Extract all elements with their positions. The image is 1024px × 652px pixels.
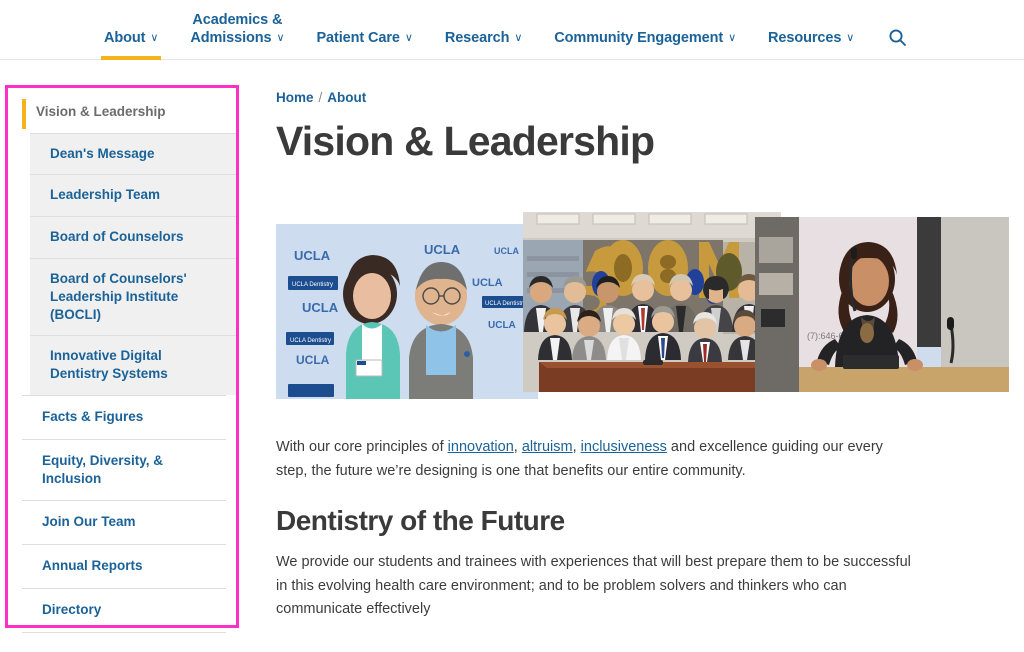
page-title: Vision & Leadership xyxy=(276,118,655,164)
nav-item-about[interactable]: About ∨ xyxy=(88,29,174,61)
breadcrumb: Home / About xyxy=(276,90,924,105)
sidebar-item-deans-message[interactable]: Dean's Message xyxy=(30,132,236,175)
section-paragraph: We provide our students and trainees wit… xyxy=(276,554,911,618)
sidebar-item-board-of-counselors[interactable]: Board of Counselors xyxy=(30,216,236,258)
search-icon xyxy=(889,29,907,46)
svg-text:UCLA: UCLA xyxy=(296,353,330,367)
svg-text:UCLA: UCLA xyxy=(488,320,516,331)
photo-group-35m-balloons-graphic xyxy=(523,212,781,393)
sidebar-item-annual-reports[interactable]: Annual Reports xyxy=(22,544,226,589)
main-content: Home / About Vision & Leadership UCLA UCLA… xyxy=(246,60,1024,644)
intro-sep-1: , xyxy=(513,439,522,456)
nav-item-patient-care-label: Patient Care xyxy=(316,29,400,46)
sidebar-sublist: Dean's Message Leadership Team Board of … xyxy=(8,132,236,396)
sidebar-item-bocli[interactable]: Board of Counselors' Leadership Institut… xyxy=(30,257,236,336)
chevron-down-icon: ∨ xyxy=(846,31,855,44)
link-inclusiveness[interactable]: inclusiveness xyxy=(581,439,667,455)
nav-item-patient-care[interactable]: Patient Care ∨ xyxy=(300,29,428,59)
nav-item-academics-line2: Admissions xyxy=(190,29,272,46)
svg-text:UCLA: UCLA xyxy=(302,300,339,315)
svg-text:UCLA: UCLA xyxy=(424,242,461,257)
intro-text-before: With our core principles of xyxy=(276,439,448,456)
svg-text:UCLA Dentistry: UCLA Dentistry xyxy=(292,282,333,288)
page-body: Vision & Leadership Dean's Message Leade… xyxy=(0,60,1024,651)
photo-ucla-backdrop-couple: UCLA UCLA UCLA UCLA UCLA UCLA UCLA UCLA … xyxy=(276,224,538,400)
intro-paragraph: With our core principles of innovation, … xyxy=(276,436,916,483)
svg-text:UCLA Dentistry: UCLA Dentistry xyxy=(485,301,526,307)
sidebar-item-facts-figures[interactable]: Facts & Figures xyxy=(22,395,226,439)
intro-sep-2: , xyxy=(572,439,581,456)
sidebar-nav: Vision & Leadership Dean's Message Leade… xyxy=(8,83,236,651)
svg-text:UCLA: UCLA xyxy=(494,246,519,256)
nav-item-research-label: Research xyxy=(444,29,510,46)
sidebar-item-innovative-digital-dentistry-systems[interactable]: Innovative Digital Dentistry Systems xyxy=(30,335,236,396)
sidebar-item-leadership-team[interactable]: Leadership Team xyxy=(30,174,236,217)
sidebar-item-directory[interactable]: Directory xyxy=(22,588,226,633)
breadcrumb-separator: / xyxy=(318,90,323,105)
photo-ucla-backdrop-couple-graphic: UCLA UCLA UCLA UCLA UCLA UCLA UCLA UCLA … xyxy=(276,224,538,400)
search-button[interactable] xyxy=(870,28,917,59)
sidebar-mainlist: Facts & Figures Equity, Diversity, & Inc… xyxy=(8,395,236,633)
sidebar-item-vision-leadership[interactable]: Vision & Leadership xyxy=(8,93,236,133)
photo-group-35m-balloons xyxy=(523,212,781,393)
photo-speaker-podium: (7):646-653 xyxy=(755,217,1009,393)
breadcrumb-link-home[interactable]: Home xyxy=(276,90,314,105)
chevron-down-icon: ∨ xyxy=(728,31,737,44)
sidebar-item-join-our-team[interactable]: Join Our Team xyxy=(22,500,226,545)
svg-text:UCLA Dentistry: UCLA Dentistry xyxy=(290,338,331,344)
chevron-down-icon: ∨ xyxy=(150,31,159,44)
section-sidebar: Vision & Leadership Dean's Message Leade… xyxy=(0,60,246,651)
primary-nav-list: About ∨ Academics & Admissions ∨ Patient C… xyxy=(0,0,1024,61)
svg-text:UCLA: UCLA xyxy=(472,277,503,289)
nav-item-academics-line1: Academics & xyxy=(192,11,283,28)
nav-item-community-engagement[interactable]: Community Engagement ∨ xyxy=(538,29,752,59)
chevron-down-icon: ∨ xyxy=(276,31,285,44)
section-heading-dentistry-of-the-future: Dentistry of the Future xyxy=(276,505,565,537)
link-altruism[interactable]: altruism xyxy=(522,439,573,455)
nav-item-academics-admissions[interactable]: Academics & Admissions ∨ xyxy=(174,11,300,59)
nav-item-about-label: About xyxy=(104,29,146,46)
nav-item-resources[interactable]: Resources ∨ xyxy=(752,29,870,59)
sidebar-current-label: Vision & Leadership xyxy=(36,104,166,119)
link-innovation[interactable]: innovation xyxy=(448,439,514,455)
svg-text:UCLA: UCLA xyxy=(294,248,331,263)
sidebar-item-equity-diversity-inclusion[interactable]: Equity, Diversity, & Inclusion xyxy=(22,438,226,501)
chevron-down-icon: ∨ xyxy=(514,31,523,44)
photo-speaker-podium-graphic: (7):646-653 xyxy=(755,217,1009,393)
chevron-down-icon: ∨ xyxy=(404,31,413,44)
main-navigation-bar: About ∨ Academics & Admissions ∨ Patient C… xyxy=(0,0,1024,61)
nav-item-community-engagement-label: Community Engagement xyxy=(554,29,724,46)
photo-collage: UCLA UCLA UCLA UCLA UCLA UCLA UCLA UCLA … xyxy=(276,212,1009,412)
nav-item-research[interactable]: Research ∨ xyxy=(429,29,538,59)
nav-item-resources-label: Resources xyxy=(768,29,842,46)
breadcrumb-link-about[interactable]: About xyxy=(327,90,366,105)
